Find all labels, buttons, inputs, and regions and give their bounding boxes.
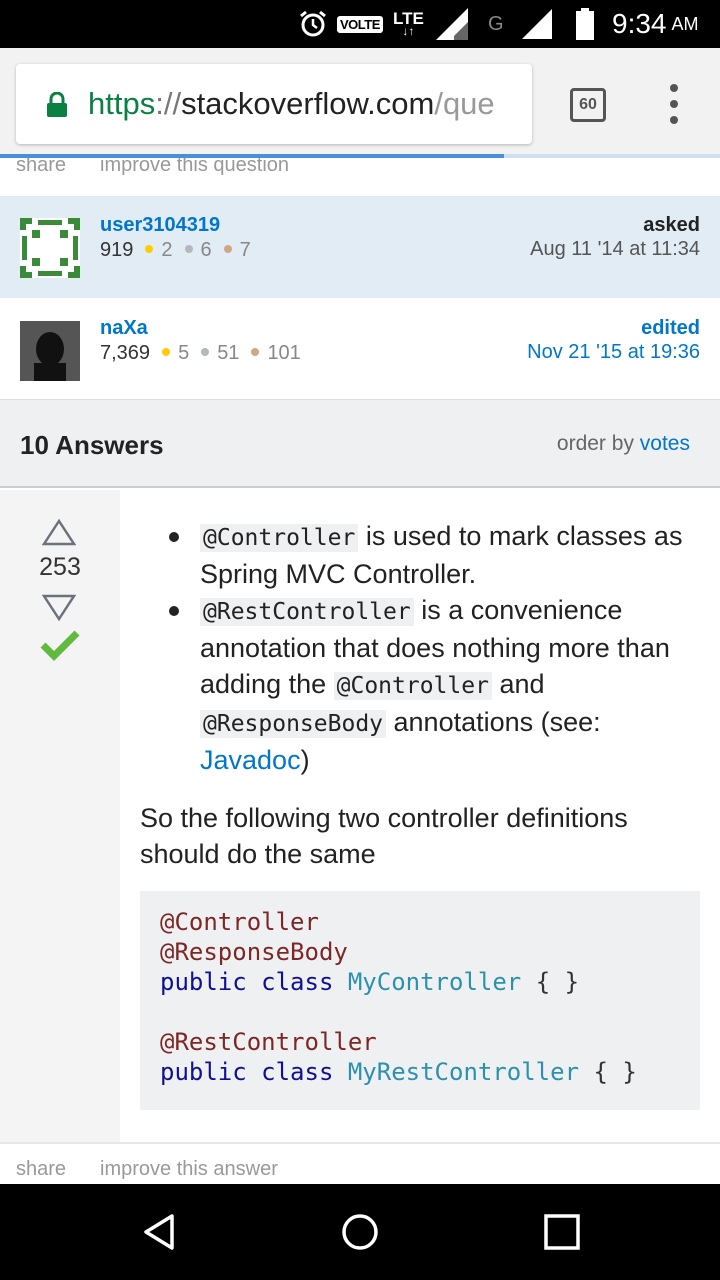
silver-badge-icon — [201, 348, 210, 357]
answer-actions: share improve this answer — [16, 1158, 312, 1181]
vote-column: 253 — [0, 490, 120, 1142]
avatar[interactable] — [20, 321, 80, 381]
share-question-link[interactable]: share — [16, 158, 66, 176]
url-bar[interactable]: https://stackoverflow.com/que — [16, 64, 532, 144]
g-network-label: G — [488, 12, 504, 35]
gold-badge-icon — [162, 348, 171, 357]
divider — [0, 1142, 720, 1144]
edited-username-link[interactable]: naXa — [100, 317, 148, 340]
improve-answer-link[interactable]: improve this answer — [100, 1158, 278, 1180]
alarm-icon — [298, 0, 330, 48]
page-content: share improve this question user3104319 — [0, 158, 720, 1184]
bronze-badge-icon — [251, 348, 260, 357]
edited-date-link[interactable]: Nov 21 '15 at 19:36 — [527, 341, 700, 364]
vote-count: 253 — [39, 553, 81, 581]
order-by-votes-link[interactable]: votes — [640, 432, 690, 455]
downvote-icon[interactable] — [41, 594, 77, 622]
upvote-icon[interactable] — [41, 518, 77, 546]
asked-user-reputation: 919 2 6 7 — [100, 239, 251, 261]
asked-date: Aug 11 '14 at 11:34 — [530, 238, 700, 260]
answer-bullet-list: @Controller is used to mark classes as S… — [140, 518, 705, 778]
url-text[interactable]: https://stackoverflow.com/que — [88, 86, 495, 122]
recents-icon[interactable] — [542, 1212, 582, 1252]
bronze-badge-icon — [223, 245, 232, 254]
asked-username-link[interactable]: user3104319 — [100, 214, 220, 237]
lock-icon — [46, 91, 68, 117]
status-bar: VOLTE LTE ↓↑ G 9:34 AM — [0, 0, 720, 48]
answer-body: @Controller is used to mark classes as S… — [140, 490, 705, 872]
home-icon[interactable] — [340, 1212, 380, 1252]
edited-link[interactable]: edited — [641, 317, 700, 340]
javadoc-link[interactable]: Javadoc — [200, 745, 301, 775]
overflow-menu-icon[interactable] — [664, 84, 684, 124]
accepted-check-icon — [40, 628, 80, 662]
signal-icon — [434, 0, 470, 48]
question-actions: share improve this question — [16, 158, 323, 177]
gold-badge-icon — [145, 245, 154, 254]
tab-switcher-button[interactable]: 60 — [570, 88, 606, 122]
answers-count-title: 10 Answers — [20, 430, 164, 460]
browser-toolbar: https://stackoverflow.com/que 60 — [0, 48, 720, 156]
volte-badge: VOLTE — [337, 0, 383, 48]
silver-badge-icon — [184, 245, 193, 254]
asked-label: asked — [643, 214, 700, 236]
list-item: @RestController is a convenience annotat… — [140, 592, 705, 778]
answer-paragraph: So the following two controller definiti… — [140, 803, 628, 869]
asked-user-card: user3104319 919 2 6 7 asked Aug 11 '14 at 1… — [0, 196, 720, 298]
edited-user-card: naXa 7,369 5 51 101 edited Nov 21 '15 at 19… — [0, 299, 720, 401]
order-by-control: order by votes — [556, 432, 690, 455]
back-icon[interactable] — [140, 1212, 180, 1252]
list-item: @Controller is used to mark classes as S… — [140, 518, 705, 592]
code-block: @Controller @ResponseBody public class M… — [140, 891, 700, 1110]
edited-user-reputation: 7,369 5 51 101 — [100, 342, 301, 364]
improve-question-link[interactable]: improve this question — [100, 158, 289, 176]
battery-icon — [575, 0, 595, 48]
avatar[interactable] — [20, 218, 80, 278]
share-answer-link[interactable]: share — [16, 1158, 66, 1180]
lte-indicator: LTE ↓↑ — [393, 9, 424, 38]
system-nav-bar — [0, 1184, 720, 1280]
answers-header: 10 Answers order by votes — [0, 400, 720, 488]
signal-icon — [520, 0, 554, 48]
clock: 9:34 AM — [612, 8, 699, 39]
